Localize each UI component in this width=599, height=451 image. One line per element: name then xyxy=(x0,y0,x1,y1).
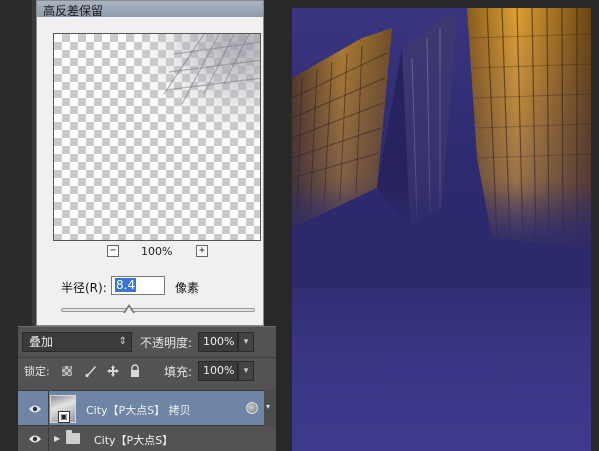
fill-input[interactable]: 100% xyxy=(198,361,238,381)
dialog-title: 高反差保留 xyxy=(43,4,104,18)
smart-object-badge-icon: ▣ xyxy=(58,411,70,423)
layer-name[interactable]: City【P大点S】 xyxy=(94,432,173,448)
layer-row-group[interactable]: ▶ City【P大点S】 xyxy=(18,427,276,451)
expand-triangle-icon[interactable]: ▶ xyxy=(54,434,60,443)
blend-mode-arrow-icon: ⇕ xyxy=(118,336,127,347)
zoom-in-button[interactable]: + xyxy=(196,245,208,257)
eye-divider xyxy=(48,391,49,425)
blend-mode-select[interactable]: 叠加 ⇕ xyxy=(22,332,132,352)
radius-value: 8.4 xyxy=(115,278,137,292)
layers-panel: 叠加 ⇕ 不透明度: 100% ▾ 锁定: 填充: 100% ▾ ▣ City【… xyxy=(18,326,276,451)
lock-label: 锁定: xyxy=(24,365,50,378)
fill-label: 填充: xyxy=(164,365,193,379)
lock-all-icon[interactable] xyxy=(128,364,142,378)
eye-divider xyxy=(48,427,49,451)
scroll-down-arrow-icon[interactable]: ▾ xyxy=(266,402,270,411)
layer-name[interactable]: City【P大点S】 拷贝 xyxy=(86,402,191,418)
lock-image-pixels-icon[interactable] xyxy=(84,364,98,378)
blend-mode-value: 叠加 xyxy=(29,335,54,349)
opacity-dropdown-icon[interactable]: ▾ xyxy=(238,332,254,352)
radius-unit-label: 像素 xyxy=(175,281,200,295)
folder-icon xyxy=(66,430,80,444)
layer-row-active[interactable]: ▣ City【P大点S】 拷贝 xyxy=(18,390,264,426)
dialog-titlebar[interactable]: 高反差保留 xyxy=(37,1,263,18)
fill-dropdown-icon[interactable]: ▾ xyxy=(238,361,254,381)
radius-input[interactable]: 8.4 xyxy=(111,276,165,295)
radius-label: 半径(R): xyxy=(61,281,107,295)
zoom-controls: − 100% + xyxy=(53,245,261,261)
visibility-eye-icon[interactable] xyxy=(28,434,42,444)
opacity-input[interactable]: 100% xyxy=(198,332,238,352)
lock-position-icon[interactable] xyxy=(106,364,120,378)
opacity-label: 不透明度: xyxy=(140,336,193,350)
visibility-eye-icon[interactable] xyxy=(28,404,42,414)
zoom-level: 100% xyxy=(141,245,173,258)
lock-transparent-pixels-icon[interactable] xyxy=(62,366,72,376)
high-pass-dialog: 高反差保留 − 100% + 半径(R): 8.4 像素 xyxy=(36,0,264,326)
radius-slider-track[interactable] xyxy=(61,308,255,312)
canvas-gradient-overlay xyxy=(292,178,591,288)
document-canvas[interactable] xyxy=(292,8,591,451)
zoom-out-button[interactable]: − xyxy=(107,245,119,257)
workspace-right-strip xyxy=(591,0,599,451)
smart-filter-icon[interactable] xyxy=(246,402,258,414)
filter-preview[interactable] xyxy=(53,33,261,241)
preview-building-lines xyxy=(163,34,260,105)
radius-slider-thumb-fill xyxy=(125,307,133,313)
panel-divider xyxy=(18,357,276,358)
